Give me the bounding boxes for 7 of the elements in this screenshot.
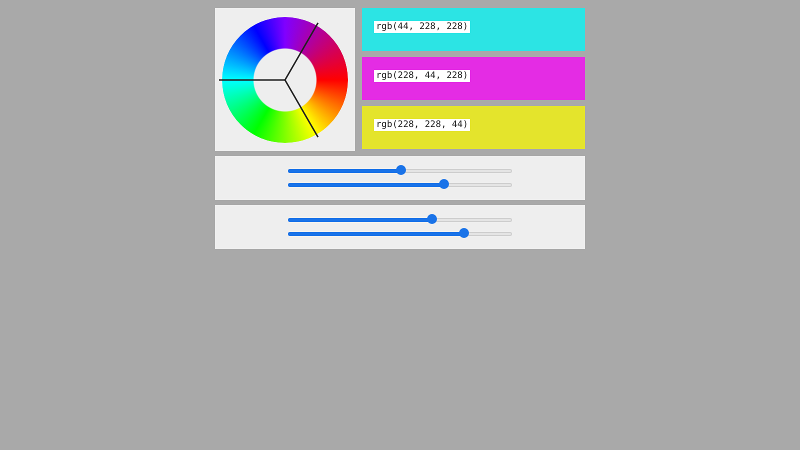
slider-thumb[interactable] <box>458 228 469 238</box>
slider-thumb[interactable] <box>438 179 449 189</box>
rgb-label: rgb(44, 228, 228) <box>374 21 470 33</box>
rgb-label: rgb(228, 44, 228) <box>374 70 470 82</box>
rgb-label: rgb(228, 228, 44) <box>374 119 470 131</box>
slider-thumb[interactable] <box>396 165 406 175</box>
slider-thumb[interactable] <box>427 214 438 224</box>
